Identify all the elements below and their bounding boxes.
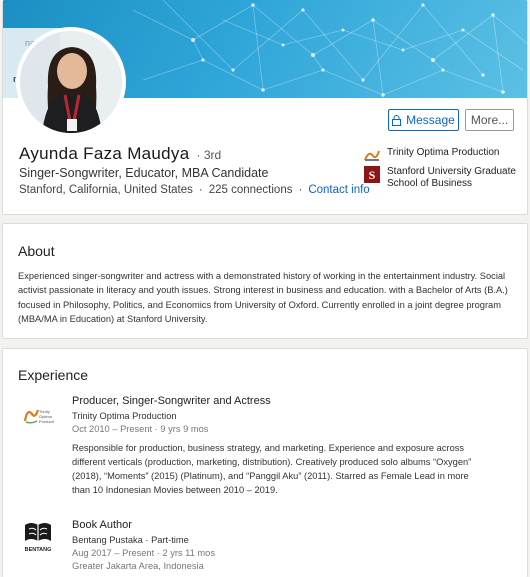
current-company-name: Trinity Optima Production	[387, 147, 500, 158]
about-line: focused in Philosophy, Politics, and Eco…	[18, 299, 501, 310]
lock-icon	[392, 114, 402, 126]
experience-item-company: Trinity Optima Production	[72, 411, 177, 421]
experience-item-location: Greater Jakarta Area, Indonesia	[72, 561, 204, 571]
profile-meta: Stanford, California, United States · 22…	[19, 184, 370, 196]
connection-degree: · 3rd	[196, 148, 222, 162]
profile-location: Stanford, California, United States	[19, 184, 193, 196]
about-line: (MBA/MA in Education) at Stanford Univer…	[18, 313, 208, 324]
current-company[interactable]: Trinity Optima Production	[363, 146, 499, 163]
svg-text:Production: Production	[39, 419, 54, 424]
experience-item-dates: Oct 2010 – Present · 9 yrs 9 mos	[72, 424, 209, 434]
description-line: than 10 Indonesian Movies between 2010 –…	[72, 485, 278, 495]
more-button-label: More...	[470, 113, 509, 127]
experience-item-description: Responsible for production, business str…	[72, 441, 492, 497]
bentang-logo-icon: BENTANG	[25, 523, 52, 553]
experience-title: Experience	[18, 367, 89, 383]
profile-avatar[interactable]	[16, 27, 126, 137]
more-button[interactable]: More...	[465, 109, 514, 131]
trinity-logo-icon	[363, 146, 380, 163]
meta-separator: ·	[198, 184, 203, 196]
trinity-logo-icon: Trinity Optima Production	[23, 409, 54, 424]
svg-text:S: S	[368, 168, 375, 182]
about-title: About	[18, 243, 55, 259]
experience-item-company: Bentang Pustaka · Part-time	[72, 535, 189, 545]
meta-separator: ·	[298, 184, 303, 196]
bentang-company-logo[interactable]: BENTANG	[20, 519, 56, 555]
profile-name: Ayunda Faza Maudya	[19, 144, 190, 163]
profile-connections[interactable]: 225 connections	[209, 184, 293, 196]
experience-section: Experience Trinity Optima Production Pro…	[2, 348, 528, 577]
description-line: (2018), “Moments” (2015) (Platinum), and…	[72, 471, 469, 481]
school-name-line1: Stanford University Graduate	[387, 166, 516, 177]
about-text: Experienced singer-songwriter and actres…	[18, 269, 518, 326]
contact-info-link[interactable]: Contact info	[308, 184, 369, 196]
stanford-logo-icon: S	[363, 166, 380, 183]
about-line: Experienced singer-songwriter and actres…	[18, 271, 506, 281]
message-button-label: Message	[406, 113, 455, 127]
about-line: activist passionate in literacy and yout…	[18, 285, 508, 296]
message-button[interactable]: Message	[388, 109, 459, 131]
profile-top-card: nation slan nial uld Message More...	[2, 0, 528, 215]
school-name-line2: School of Business	[387, 178, 473, 189]
experience-item-title[interactable]: Book Author	[72, 519, 132, 531]
trinity-company-logo[interactable]: Trinity Optima Production	[20, 397, 56, 433]
description-line: Responsible for production, business str…	[72, 443, 465, 453]
avatar-photo	[20, 31, 122, 133]
experience-item-dates: Aug 2017 – Present · 2 yrs 11 mos	[72, 548, 215, 558]
description-line: different verticals (production, marketi…	[72, 457, 472, 467]
profile-headline: Singer-Songwriter, Educator, MBA Candida…	[19, 166, 269, 180]
name-line: Ayunda Faza Maudya · 3rd	[19, 144, 221, 164]
about-section: About Experienced singer-songwriter and …	[2, 223, 528, 339]
education-school[interactable]: S Stanford University Graduate School of…	[363, 166, 516, 190]
bentang-logo-text: BENTANG	[25, 547, 52, 553]
experience-item-title[interactable]: Producer, Singer-Songwriter and Actress	[72, 395, 271, 407]
